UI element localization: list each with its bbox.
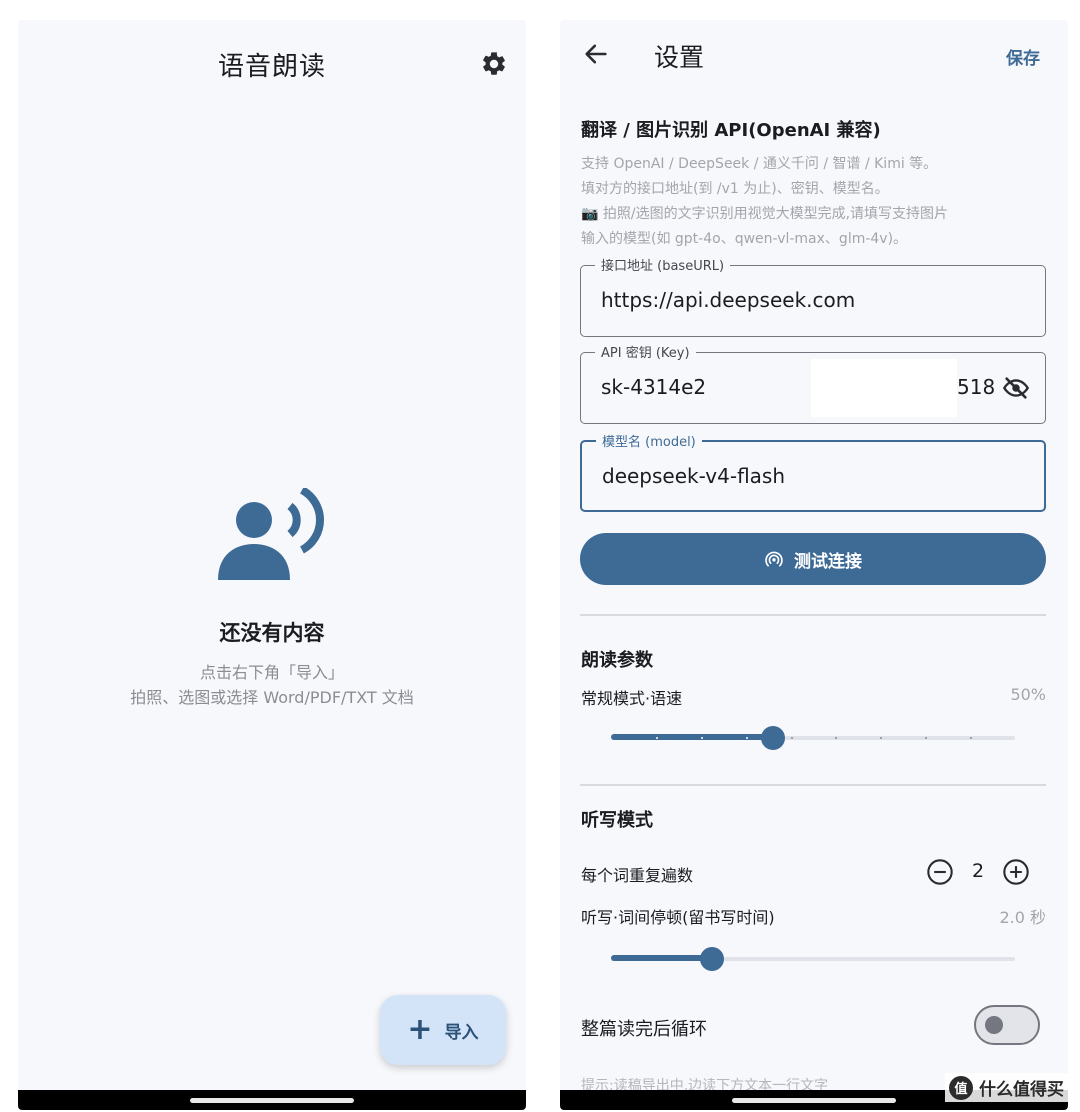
system-nav-bar: [18, 1090, 526, 1110]
api-key-value: sk-4314e2: [601, 375, 707, 399]
gear-icon[interactable]: [480, 50, 508, 78]
empty-state-title: 还没有内容: [219, 621, 325, 645]
model-value: deepseek-v4-flash: [602, 464, 786, 488]
api-desc-line: 📷 拍照/选图的文字识别用视觉大模型完成,请填写支持图片: [581, 206, 949, 222]
minus-circle-icon[interactable]: [926, 858, 954, 886]
visibility-off-icon[interactable]: [1001, 374, 1031, 402]
slider-tick: [880, 737, 882, 739]
slider-tick: [701, 737, 703, 739]
slider-fill: [611, 734, 773, 740]
api-desc-line: 输入的模型(如 gpt-4o、qwen-vl-max、glm-4v)。: [581, 231, 908, 247]
test-connection-button[interactable]: 测试连接: [580, 533, 1046, 585]
slider-fill: [611, 955, 712, 961]
wifi-tethering-icon: [765, 551, 783, 567]
import-fab-button[interactable]: + 导入: [380, 995, 506, 1065]
repeat-stepper: 2: [926, 856, 1030, 888]
loop-label: 整篇读完后循环: [581, 1019, 707, 1040]
pause-label: 听写·词间停顿(留书写时间): [581, 908, 775, 927]
slider-tick: [791, 737, 793, 739]
settings-screen: 设置 保存 翻译 / 图片识别 API(OpenAI 兼容) 支持 OpenAI…: [560, 20, 1068, 1110]
plus-circle-icon[interactable]: [1002, 858, 1030, 886]
empty-state-hint-formats: 拍照、选图或选择 Word/PDF/TXT 文档: [130, 688, 414, 707]
api-key-tail: 518: [957, 375, 996, 399]
empty-state-hint: 点击右下角「导入」: [199, 663, 344, 682]
api-desc-line: 填对方的接口地址(到 /v1 为止)、密钥、模型名。: [581, 181, 889, 197]
speed-value: 50%: [1010, 685, 1046, 704]
slider-tick: [746, 737, 748, 739]
import-label: 导入: [444, 1022, 479, 1043]
back-arrow-icon[interactable]: [582, 40, 610, 68]
page-title: 设置: [654, 43, 705, 72]
loop-toggle[interactable]: [974, 1005, 1040, 1045]
home-screen: 语音朗读 还没有内容 点击右下角「导入」 拍照、选图或选择 Word/PDF/T…: [18, 20, 526, 1110]
api-key-label: API 密钥 (Key): [595, 342, 696, 361]
speed-slider[interactable]: [611, 723, 1015, 753]
model-field[interactable]: 模型名 (model) deepseek-v4-flash: [580, 431, 1046, 512]
repeat-count: 2: [971, 860, 985, 882]
save-button[interactable]: 保存: [1006, 44, 1040, 69]
slider-tick: [835, 737, 837, 739]
watermark-logo: 值: [949, 1075, 973, 1100]
slider-thumb[interactable]: [761, 726, 785, 750]
section-divider: [580, 784, 1046, 786]
slider-thumb[interactable]: [700, 947, 724, 971]
repeat-label: 每个词重复遍数: [581, 866, 694, 885]
slider-tick: [970, 737, 972, 739]
pause-slider[interactable]: [611, 944, 1015, 974]
model-label: 模型名 (model): [596, 431, 702, 450]
home-gesture-handle[interactable]: [732, 1098, 896, 1103]
reading-section-title: 朗读参数: [581, 650, 653, 671]
dictation-section-title: 听写模式: [581, 810, 653, 831]
base-url-label: 接口地址 (baseURL): [595, 255, 731, 274]
watermark-text: 什么值得买: [979, 1080, 1064, 1100]
base-url-value: https://api.deepseek.com: [601, 288, 856, 312]
toggle-knob: [985, 1016, 1003, 1034]
speed-label: 常规模式·语速: [581, 689, 683, 708]
record-voice-icon: [218, 488, 324, 580]
test-connection-label: 测试连接: [794, 551, 862, 572]
watermark: 值 什么值得买: [945, 1073, 1068, 1102]
slider-tick: [656, 737, 658, 739]
base-url-field[interactable]: 接口地址 (baseURL) https://api.deepseek.com: [580, 255, 1046, 337]
api-section-title: 翻译 / 图片识别 API(OpenAI 兼容): [581, 120, 881, 141]
slider-tick: [925, 737, 927, 739]
redacted-area: [811, 359, 957, 417]
api-desc-line: 支持 OpenAI / DeepSeek / 通义千问 / 智谱 / Kimi …: [581, 156, 938, 172]
app-title: 语音朗读: [217, 52, 326, 82]
home-gesture-handle[interactable]: [190, 1098, 354, 1103]
api-key-field[interactable]: API 密钥 (Key) sk-4314e2 518: [580, 342, 1046, 424]
section-divider: [580, 614, 1046, 616]
pause-value: 2.0 秒: [999, 908, 1046, 927]
plus-icon: +: [407, 1012, 433, 1047]
